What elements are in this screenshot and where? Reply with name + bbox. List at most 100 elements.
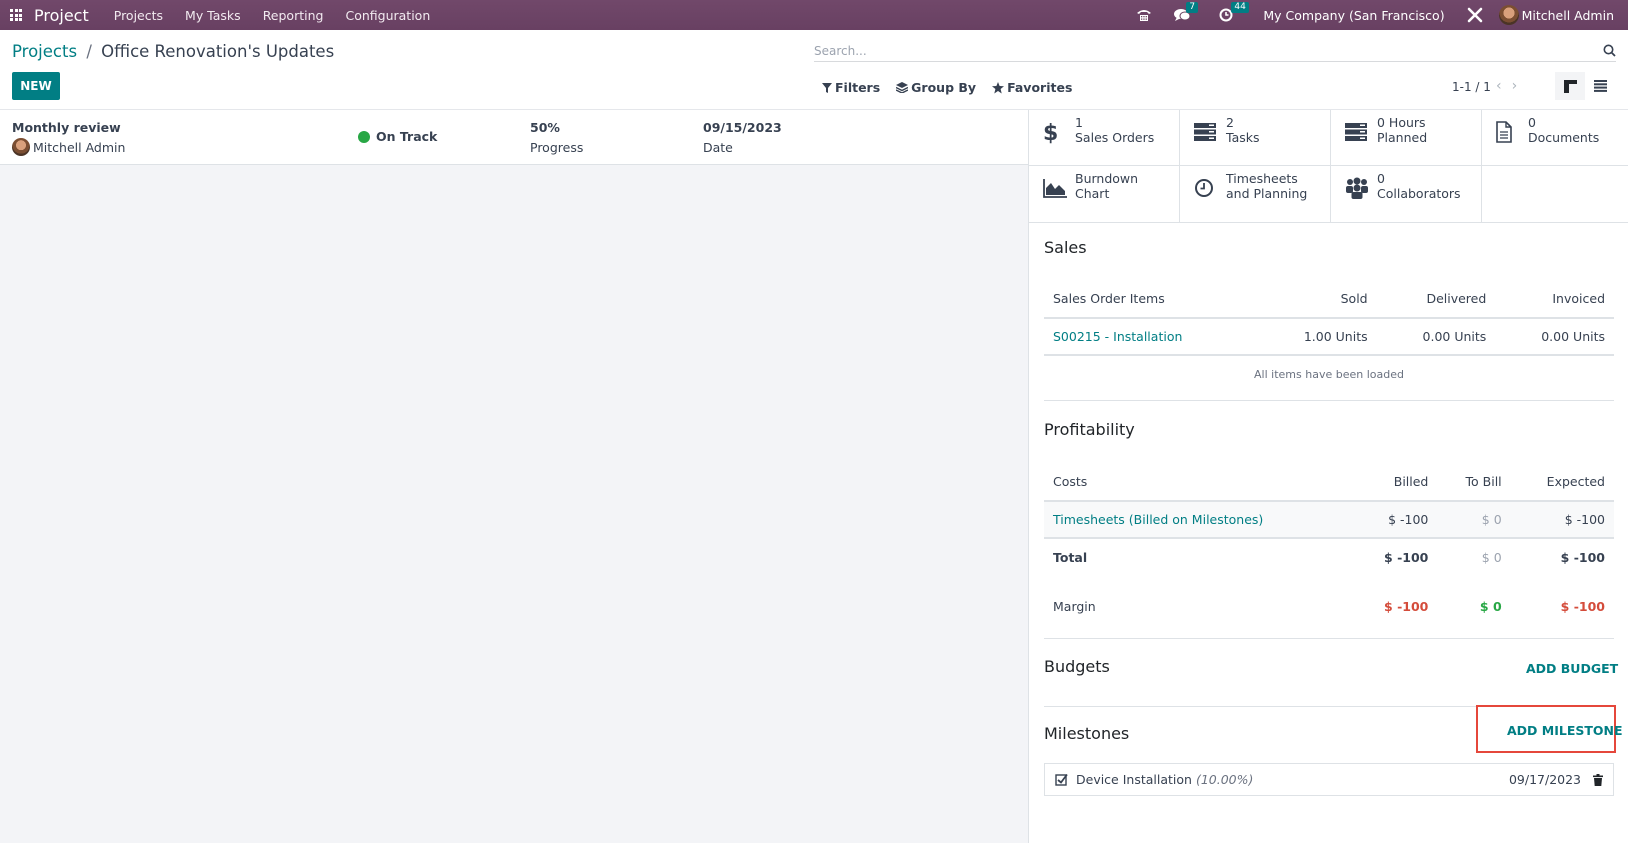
update-title: Monthly review	[12, 120, 121, 135]
pager-value[interactable]: 1-1 / 1	[1452, 80, 1491, 94]
milestone-date: 09/17/2023	[1508, 772, 1581, 787]
top-navbar: Project Projects My Tasks Reporting Conf…	[0, 0, 1628, 30]
project-sidebar: $ 1 Sales Orders 2 Tasks 0 Hours Planned 0D…	[1028, 110, 1628, 843]
menu-reporting[interactable]: Reporting	[263, 8, 324, 23]
col-invoiced: Invoiced	[1495, 280, 1614, 319]
milestone-name: Device Installation	[1076, 772, 1192, 787]
status-dot-icon	[358, 130, 370, 143]
timesheets-cost-link[interactable]: Timesheets (Billed on Milestones)	[1044, 501, 1353, 538]
date-label: Date	[703, 140, 733, 155]
group-by-label: Group By	[911, 80, 977, 95]
margin-label: Margin	[1053, 599, 1096, 614]
search-options: Filters Group By Favorites	[822, 80, 1072, 95]
pager-next-button[interactable]: ›	[1512, 78, 1518, 94]
progress-value: 50%	[530, 120, 560, 135]
company-switcher[interactable]: My Company (San Francisco)	[1263, 8, 1444, 23]
apps-menu-button[interactable]	[1, 0, 31, 30]
col-billed: Billed	[1353, 463, 1438, 502]
update-row[interactable]: Monthly review Mitchell Admin On Track 5…	[0, 110, 1028, 165]
pager-previous-button[interactable]: ‹	[1496, 78, 1502, 94]
stat-collaborators[interactable]: 0 Collaborators	[1331, 166, 1482, 222]
breadcrumb: Projects / Office Renovation's Updates	[12, 42, 334, 61]
stat-hours-planned[interactable]: 0 Hours Planned	[1331, 110, 1482, 166]
update-user: Mitchell Admin	[12, 138, 125, 156]
stat-value: 0	[1528, 115, 1536, 130]
stat-label: Collaborators	[1377, 186, 1461, 201]
breadcrumb-current: Office Renovation's Updates	[101, 42, 335, 61]
total-row: Total $ -100 $ 0 $ -100	[1044, 538, 1614, 575]
kanban-view-button[interactable]	[1555, 72, 1585, 100]
col-costs: Costs	[1044, 463, 1353, 502]
list-view-button[interactable]	[1585, 72, 1615, 100]
col-delivered: Delivered	[1376, 280, 1496, 319]
user-avatar	[1498, 5, 1519, 25]
stat-value: 1	[1075, 115, 1083, 130]
search-icon[interactable]	[1603, 44, 1616, 57]
add-milestone-button[interactable]: ADD MILESTONE	[1507, 723, 1623, 738]
stat-tasks[interactable]: 2 Tasks	[1180, 110, 1331, 166]
profitability-section: Profitability	[1044, 420, 1614, 439]
total-billed: $ -100	[1384, 549, 1429, 565]
phone-icon	[1137, 10, 1152, 21]
new-button[interactable]: NEW	[12, 72, 60, 100]
app-name[interactable]: Project	[34, 6, 89, 25]
debug-tools-button[interactable]	[1467, 7, 1483, 23]
tasks-icon	[1194, 123, 1216, 141]
stat-label: Planned	[1377, 130, 1428, 145]
stat-documents[interactable]: 0 Documents	[1482, 110, 1628, 166]
activities-button[interactable]: 44	[1219, 2, 1249, 22]
update-progress: 50% Progress	[530, 120, 583, 155]
stat-timesheets-planning[interactable]: Timesheets and Planning	[1180, 166, 1331, 222]
area-chart-icon	[1043, 179, 1067, 198]
user-name: Mitchell Admin	[1521, 7, 1614, 23]
update-user-name: Mitchell Admin	[33, 139, 126, 155]
margin-row: Margin $ -100 $ 0 $ -100	[1044, 575, 1614, 630]
update-status: On Track	[358, 129, 437, 144]
search-bar	[814, 40, 1616, 62]
menu-configuration[interactable]: Configuration	[345, 8, 430, 23]
user-menu[interactable]: Mitchell Admin	[1498, 5, 1614, 25]
clock-icon	[1195, 179, 1213, 197]
margin-to-bill: $ 0	[1479, 599, 1502, 614]
tasks-icon	[1345, 123, 1367, 141]
menu-projects[interactable]: Projects	[114, 8, 163, 23]
add-budget-button[interactable]: ADD BUDGET	[1526, 661, 1618, 676]
milestone-item[interactable]: Device Installation (10.00%) 09/17/2023	[1044, 763, 1614, 796]
breadcrumb-projects[interactable]: Projects	[12, 42, 77, 61]
activities-badge: 44	[1231, 2, 1249, 13]
phone-button[interactable]	[1136, 8, 1152, 22]
kanban-icon	[1563, 79, 1577, 93]
milestone-percent: (10.00%)	[1195, 772, 1254, 787]
sold-value: 1.00 Units	[1303, 329, 1368, 344]
users-icon	[1346, 177, 1368, 199]
stat-label: Sales Orders	[1075, 130, 1155, 145]
stat-value: 0 Hours	[1377, 115, 1426, 130]
stat-label: Chart	[1075, 186, 1110, 201]
filters-button[interactable]: Filters	[822, 80, 880, 95]
search-input[interactable]	[814, 43, 1603, 58]
pager-arrows: ‹ ›	[1496, 78, 1517, 94]
status-label: On Track	[376, 129, 438, 144]
stat-value: 2	[1226, 115, 1234, 130]
delivered-value: 0.00 Units	[1422, 329, 1487, 344]
sales-order-link[interactable]: S00215 - Installation	[1044, 318, 1258, 355]
dollar-icon: $	[1043, 121, 1057, 144]
menu-my-tasks[interactable]: My Tasks	[185, 8, 241, 23]
user-avatar	[12, 138, 30, 156]
group-by-button[interactable]: Group By	[896, 80, 976, 95]
checkbox-checked-icon[interactable]	[1055, 773, 1068, 786]
to-bill-value: $ 0	[1481, 512, 1502, 527]
favorites-button[interactable]: Favorites	[992, 80, 1072, 95]
divider	[1044, 638, 1614, 639]
col-sales-order-items: Sales Order Items	[1044, 280, 1258, 319]
svg-text:$: $	[1043, 121, 1057, 144]
messages-button[interactable]: 7	[1174, 2, 1199, 22]
trash-icon[interactable]	[1593, 773, 1603, 786]
stat-label: and Planning	[1226, 186, 1308, 201]
updates-list: Monthly review Mitchell Admin On Track 5…	[0, 110, 1028, 843]
stat-sales-orders[interactable]: $ 1 Sales Orders	[1029, 110, 1180, 166]
stat-burndown-chart[interactable]: Burndown Chart	[1029, 166, 1180, 222]
breadcrumb-separator: /	[86, 42, 92, 61]
total-label: Total	[1053, 549, 1088, 565]
profitability-title: Profitability	[1044, 420, 1135, 439]
